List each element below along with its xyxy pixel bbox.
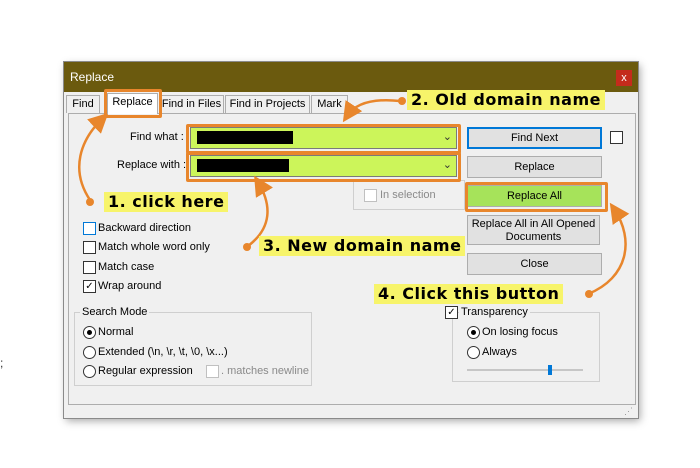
callout-step2: 2. Old domain name	[407, 90, 605, 110]
arrow-step4	[587, 202, 630, 296]
dot-step2	[398, 97, 406, 105]
callout-step3: 3. New domain name	[259, 236, 466, 256]
callout-step4: 4. Click this button	[374, 284, 564, 304]
callout-arrows	[78, 97, 630, 298]
arrow-step2	[342, 99, 401, 123]
dot-step3	[243, 243, 251, 251]
dot-step1	[86, 198, 94, 206]
callout-step1: 1. click here	[104, 192, 229, 212]
tab-replace[interactable]: Replace	[107, 93, 158, 114]
dot-step4	[585, 290, 593, 298]
arrow-step1	[78, 112, 109, 201]
